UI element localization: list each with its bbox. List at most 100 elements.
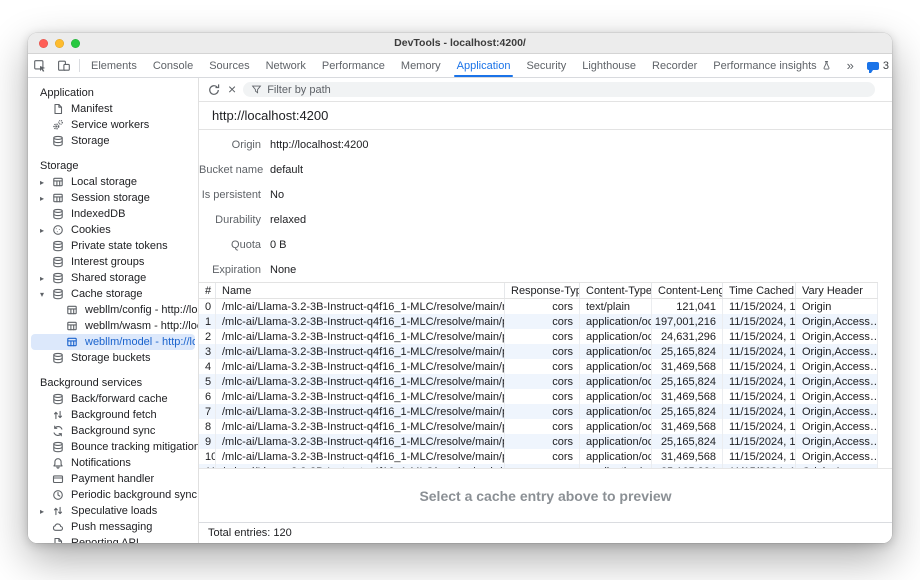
database-icon (52, 393, 65, 405)
sidebar-item-session-storage[interactable]: ▸Session storage (28, 190, 198, 206)
sidebar-item-shared-storage[interactable]: ▸Shared storage (28, 270, 198, 286)
sidebar-section-title: Application (28, 85, 198, 101)
sidebar-item-bounce-tracking-mitigations[interactable]: Bounce tracking mitigations (28, 439, 198, 455)
expand-arrow-icon[interactable]: ▸ (40, 274, 52, 283)
filter-input[interactable] (267, 84, 867, 96)
cell-index: 1 (199, 314, 216, 329)
clear-icon[interactable]: × (228, 82, 236, 96)
sidebar-item-webllm-model-http-loc[interactable]: webllm/model - http://loc… (31, 334, 195, 350)
cache-entry-row[interactable]: 10/mlc-ai/Llama-3.2-3B-Instruct-q4f16_1-… (199, 449, 878, 464)
column-header-name[interactable]: Name (216, 283, 505, 298)
tab-label: Memory (401, 60, 441, 72)
column-header-time-cached[interactable]: Time Cached (723, 283, 796, 298)
sidebar-item-label: Back/forward cache (71, 393, 168, 405)
sidebar-item-storage[interactable]: Storage (28, 133, 198, 149)
cache-entry-row[interactable]: 2/mlc-ai/Llama-3.2-3B-Instruct-q4f16_1-M… (199, 329, 878, 344)
sidebar-item-storage-buckets[interactable]: Storage buckets (28, 350, 198, 366)
device-toolbar-icon[interactable] (52, 54, 76, 77)
cell-index: 6 (199, 389, 216, 404)
tab-application[interactable]: Application (449, 54, 519, 77)
cache-entry-row[interactable]: 6/mlc-ai/Llama-3.2-3B-Instruct-q4f16_1-M… (199, 389, 878, 404)
sidebar-item-private-state-tokens[interactable]: Private state tokens (28, 238, 198, 254)
expand-arrow-icon[interactable]: ▾ (40, 290, 52, 299)
sidebar-item-back-forward-cache[interactable]: Back/forward cache (28, 391, 198, 407)
zoom-button[interactable] (71, 39, 80, 48)
sidebar-item-webllm-config-http-loc[interactable]: webllm/config - http://loc… (28, 302, 198, 318)
cell-time-cached: 11/15/2024, 10… (723, 389, 796, 404)
tab-sources[interactable]: Sources (201, 54, 257, 77)
cell-response-type: cors (505, 449, 580, 464)
sidebar-item-webllm-wasm-http-loca[interactable]: webllm/wasm - http://loca… (28, 318, 198, 334)
sidebar-item-label: Interest groups (71, 256, 144, 268)
issues-counter[interactable]: 3 (861, 60, 892, 72)
metadata-row: Durabilityrelaxed (199, 207, 892, 232)
column-header-index[interactable]: # (199, 283, 216, 298)
sidebar-item-payment-handler[interactable]: Payment handler (28, 471, 198, 487)
devtools-window: DevTools - localhost:4200/ ElementsConso… (28, 33, 892, 543)
sidebar-item-label: Private state tokens (71, 240, 168, 252)
sidebar-item-speculative-loads[interactable]: ▸Speculative loads (28, 503, 198, 519)
tab-performance[interactable]: Performance (314, 54, 393, 77)
column-header-content-type[interactable]: Content-Type (580, 283, 652, 298)
cell-content-type: application/oc… (580, 434, 652, 449)
tab-label: Elements (91, 60, 137, 72)
cell-content-type: application/oc… (580, 344, 652, 359)
tab-console[interactable]: Console (145, 54, 201, 77)
cache-entry-row[interactable]: 8/mlc-ai/Llama-3.2-3B-Instruct-q4f16_1-M… (199, 419, 878, 434)
cell-time-cached: 11/15/2024, 10… (723, 374, 796, 389)
sidebar-item-cache-storage[interactable]: ▾Cache storage (28, 286, 198, 302)
column-header-vary-header[interactable]: Vary Header (796, 283, 878, 298)
sidebar-item-notifications[interactable]: Notifications (28, 455, 198, 471)
inspect-icon[interactable] (28, 54, 52, 77)
cache-entry-row[interactable]: 9/mlc-ai/Llama-3.2-3B-Instruct-q4f16_1-M… (199, 434, 878, 449)
column-header-response-type[interactable]: Response-Type (505, 283, 580, 298)
cell-content-length: 25,165,824 (652, 374, 723, 389)
cache-entry-row[interactable]: 5/mlc-ai/Llama-3.2-3B-Instruct-q4f16_1-M… (199, 374, 878, 389)
tab-lighthouse[interactable]: Lighthouse (574, 54, 644, 77)
sidebar-item-manifest[interactable]: Manifest (28, 101, 198, 117)
metadata-value-quota: 0 B (270, 239, 287, 251)
tab-elements[interactable]: Elements (83, 54, 145, 77)
sidebar-item-periodic-background-sync[interactable]: Periodic background sync (28, 487, 198, 503)
tab-recorder[interactable]: Recorder (644, 54, 705, 77)
cache-entry-row[interactable]: 1/mlc-ai/Llama-3.2-3B-Instruct-q4f16_1-M… (199, 314, 878, 329)
cell-response-type: cors (505, 314, 580, 329)
cell-index: 5 (199, 374, 216, 389)
refresh-icon[interactable] (207, 83, 221, 97)
sidebar-item-local-storage[interactable]: ▸Local storage (28, 174, 198, 190)
more-tabs-icon[interactable]: » (840, 58, 861, 73)
table-body[interactable]: 0/mlc-ai/Llama-3.2-3B-Instruct-q4f16_1-M… (199, 299, 878, 468)
sidebar-item-indexeddb[interactable]: IndexedDB (28, 206, 198, 222)
cache-entry-row[interactable]: 4/mlc-ai/Llama-3.2-3B-Instruct-q4f16_1-M… (199, 359, 878, 374)
tab-memory[interactable]: Memory (393, 54, 449, 77)
sidebar-item-interest-groups[interactable]: Interest groups (28, 254, 198, 270)
tab-network[interactable]: Network (258, 54, 314, 77)
cell-time-cached: 11/15/2024, 10… (723, 329, 796, 344)
sidebar-item-cookies[interactable]: ▸Cookies (28, 222, 198, 238)
sidebar-item-service-workers[interactable]: Service workers (28, 117, 198, 133)
cache-entry-row[interactable]: 0/mlc-ai/Llama-3.2-3B-Instruct-q4f16_1-M… (199, 299, 878, 314)
expand-arrow-icon[interactable]: ▸ (40, 507, 52, 516)
cell-content-length: 31,469,568 (652, 359, 723, 374)
tab-performance-insights[interactable]: Performance insights (705, 54, 839, 77)
cell-content-type: application/oc… (580, 374, 652, 389)
cache-entry-row[interactable]: 7/mlc-ai/Llama-3.2-3B-Instruct-q4f16_1-M… (199, 404, 878, 419)
tab-bar-controls: » 3 (840, 54, 892, 77)
tab-security[interactable]: Security (518, 54, 574, 77)
cell-name: /mlc-ai/Llama-3.2-3B-Instruct-q4f16_1-ML… (216, 299, 505, 314)
expand-arrow-icon[interactable]: ▸ (40, 194, 52, 203)
cache-entry-row[interactable]: 3/mlc-ai/Llama-3.2-3B-Instruct-q4f16_1-M… (199, 344, 878, 359)
column-header-content-length[interactable]: Content-Length (652, 283, 723, 298)
sidebar-item-background-fetch[interactable]: Background fetch (28, 407, 198, 423)
sidebar-item-label: webllm/model - http://loc… (85, 336, 195, 348)
close-button[interactable] (39, 39, 48, 48)
expand-arrow-icon[interactable]: ▸ (40, 178, 52, 187)
expand-arrow-icon[interactable]: ▸ (40, 226, 52, 235)
sidebar-item-push-messaging[interactable]: Push messaging (28, 519, 198, 535)
metadata-label-expiration: Expiration (199, 264, 261, 276)
sidebar-item-background-sync[interactable]: Background sync (28, 423, 198, 439)
grid-icon (52, 192, 65, 204)
minimize-button[interactable] (55, 39, 64, 48)
sidebar-item-reporting-api[interactable]: Reporting API (28, 535, 198, 543)
tab-label: Security (526, 60, 566, 72)
